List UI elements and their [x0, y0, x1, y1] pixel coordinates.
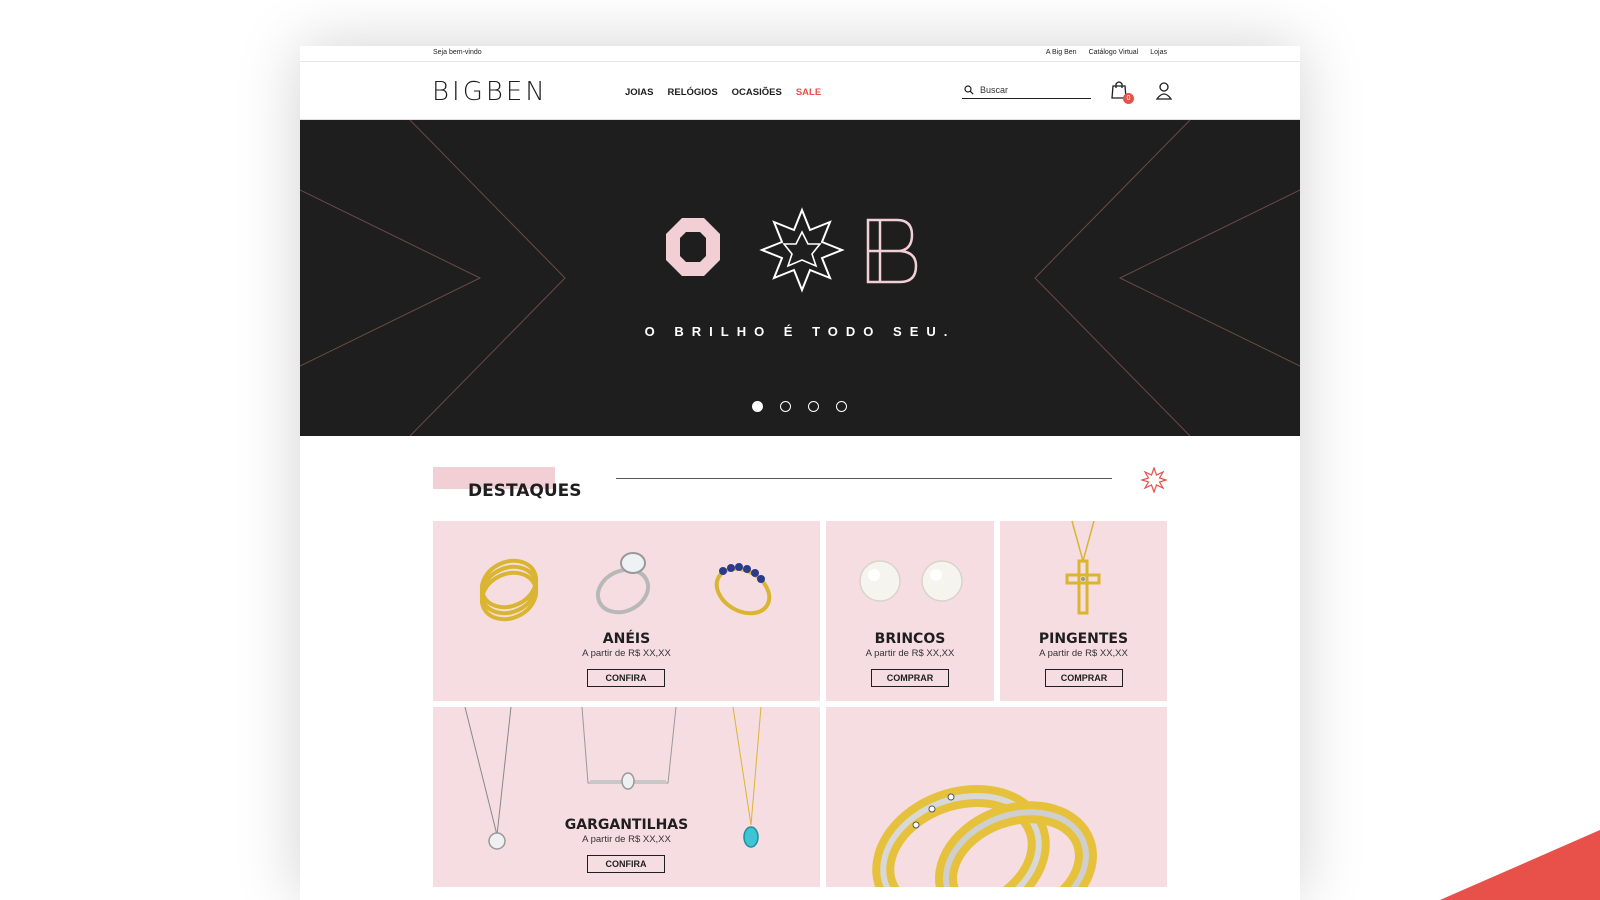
- section-header: DESTAQUES: [433, 467, 1167, 507]
- pearl-earrings-image: [859, 560, 963, 602]
- brand-logo[interactable]: BIGBEN: [432, 77, 548, 107]
- page-window: Seja bem-vindo A Big Ben Catálogo Virtua…: [300, 46, 1300, 900]
- link-a-big-ben[interactable]: A Big Ben: [1046, 49, 1077, 56]
- nav-joias[interactable]: JOIAS: [625, 87, 654, 98]
- carousel-dot-4[interactable]: [836, 401, 847, 412]
- account-button[interactable]: [1155, 81, 1173, 101]
- card-title: GARGANTILHAS: [564, 817, 689, 833]
- card-title: ANÉIS: [602, 631, 651, 647]
- wedding-rings-banner[interactable]: [826, 707, 1167, 887]
- necklace-bar-image: [581, 707, 677, 790]
- search-input[interactable]: Buscar: [962, 81, 1091, 99]
- carousel-dot-2[interactable]: [780, 401, 791, 412]
- wedding-rings-image: [872, 785, 1097, 887]
- comprar-button[interactable]: COMPRAR: [1045, 669, 1123, 687]
- star-icon: [1141, 467, 1167, 493]
- category-card-gargantilhas[interactable]: GARGANTILHAS A partir de R$ XX,XX CONFIR…: [433, 707, 820, 887]
- section-divider: [616, 478, 1112, 479]
- category-card-aneis[interactable]: ANÉIS A partir de R$ XX,XX CONFIRA: [433, 521, 820, 701]
- card-price: A partir de R$ XX,XX: [582, 834, 671, 845]
- user-icon: [1155, 82, 1173, 100]
- ring-solitaire-image: [595, 552, 651, 615]
- hero-banner[interactable]: O BRILHO É TODO SEU.: [300, 120, 1300, 436]
- main-nav: JOIAS RELÓGIOS OCASIÕES SALE: [625, 87, 821, 98]
- decorative-corner-shape: [1440, 830, 1600, 900]
- cross-pendant-image: [1065, 521, 1101, 615]
- search-placeholder: Buscar: [980, 84, 1009, 95]
- comprar-button[interactable]: COMPRAR: [871, 669, 949, 687]
- ring-sapphire-image: [714, 563, 772, 616]
- search-icon: [964, 84, 974, 95]
- welcome-text: Seja bem-vindo: [433, 49, 482, 56]
- top-bar: Seja bem-vindo A Big Ben Catálogo Virtua…: [300, 46, 1300, 62]
- card-price: A partir de R$ XX,XX: [1039, 648, 1128, 659]
- carousel-dot-3[interactable]: [808, 401, 819, 412]
- card-price: A partir de R$ XX,XX: [582, 648, 671, 659]
- carousel-dots: [752, 401, 847, 412]
- section-title: DESTAQUES: [468, 481, 582, 501]
- nav-ocasioes[interactable]: OCASIÕES: [732, 87, 782, 98]
- nav-relogios[interactable]: RELÓGIOS: [668, 87, 718, 98]
- ring-gold-image: [479, 558, 539, 622]
- link-lojas[interactable]: Lojas: [1150, 49, 1167, 56]
- category-card-pingentes[interactable]: PINGENTES A partir de R$ XX,XX COMPRAR: [1000, 521, 1167, 701]
- cart-count-badge: 0: [1123, 93, 1134, 104]
- card-price: A partir de R$ XX,XX: [865, 648, 955, 659]
- category-card-brincos[interactable]: BRINCOS A partir de R$ XX,XX COMPRAR: [826, 521, 994, 701]
- header: BIGBEN JOIAS RELÓGIOS OCASIÕES SALE Busc…: [300, 62, 1300, 120]
- link-catalogo-virtual[interactable]: Catálogo Virtual: [1089, 49, 1139, 56]
- carousel-dot-1[interactable]: [752, 401, 763, 412]
- top-links: A Big Ben Catálogo Virtual Lojas: [1046, 49, 1167, 56]
- card-title: BRINCOS: [874, 631, 946, 647]
- hero-tagline: O BRILHO É TODO SEU.: [644, 324, 956, 339]
- confira-button[interactable]: CONFIRA: [587, 855, 665, 873]
- hero-emblem-icons: [666, 207, 918, 293]
- confira-button[interactable]: CONFIRA: [587, 669, 665, 687]
- card-title: PINGENTES: [1038, 631, 1129, 647]
- nav-sale[interactable]: SALE: [796, 87, 821, 98]
- cart-button[interactable]: 0: [1110, 80, 1134, 104]
